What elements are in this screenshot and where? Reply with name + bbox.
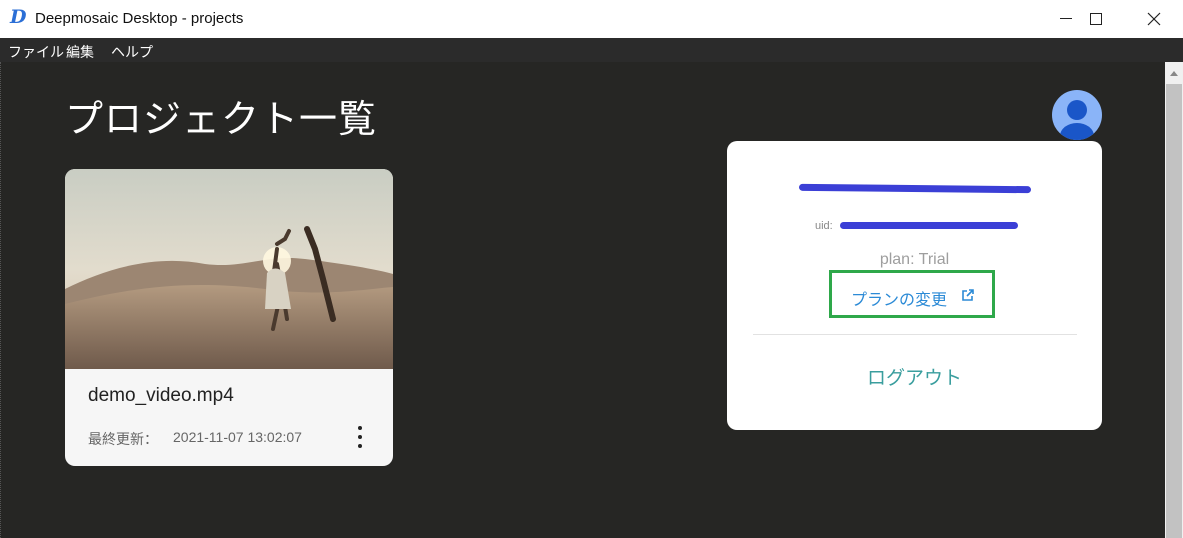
menu-help[interactable]: ヘルプ [111,42,153,62]
redacted-email [798,183,1032,194]
project-card[interactable]: demo_video.mp4 最終更新： 2021-11-07 13:02:07 [65,169,393,466]
redacted-uid [840,222,1018,229]
account-popup: uid: plan: Trial プランの変更 ログアウト [727,141,1102,430]
menu-edit[interactable]: 編集 [66,42,94,62]
page-title: プロジェクト一覧 [65,99,378,141]
avatar-icon[interactable] [1052,90,1102,140]
external-link-icon[interactable] [961,288,975,302]
change-plan-link[interactable]: プランの変更 [851,286,947,310]
divider [753,334,1077,335]
uid-label: uid: [815,220,833,232]
maximize-icon [1090,13,1102,25]
close-button[interactable] [1125,0,1183,38]
scroll-up-icon[interactable] [1170,71,1178,76]
close-icon [1147,12,1161,26]
logout-button[interactable]: ログアウト [727,363,1102,390]
last-updated-label: 最終更新： [88,431,158,447]
menu-bar: ファイル 編集 ヘルプ [0,38,1183,62]
vertical-scrollbar[interactable] [1165,62,1183,538]
scrollbar-thumb[interactable] [1166,84,1182,538]
project-name: demo_video.mp4 [88,385,234,406]
app-logo-icon: D [10,6,27,28]
title-bar: D Deepmosaic Desktop - projects [0,0,1183,38]
more-vert-icon[interactable] [352,424,368,450]
project-thumbnail[interactable] [65,169,393,369]
last-updated-value: 2021-11-07 13:02:07 [173,429,302,445]
window-title: Deepmosaic Desktop - projects [35,10,244,27]
plan-text: plan: Trial [879,251,950,268]
menu-file[interactable]: ファイル [8,42,64,62]
main-content: プロジェクト一覧 demo_video.mp4 最終更新： 2021-11-07… [0,62,1165,538]
maximize-button[interactable] [1067,0,1125,38]
